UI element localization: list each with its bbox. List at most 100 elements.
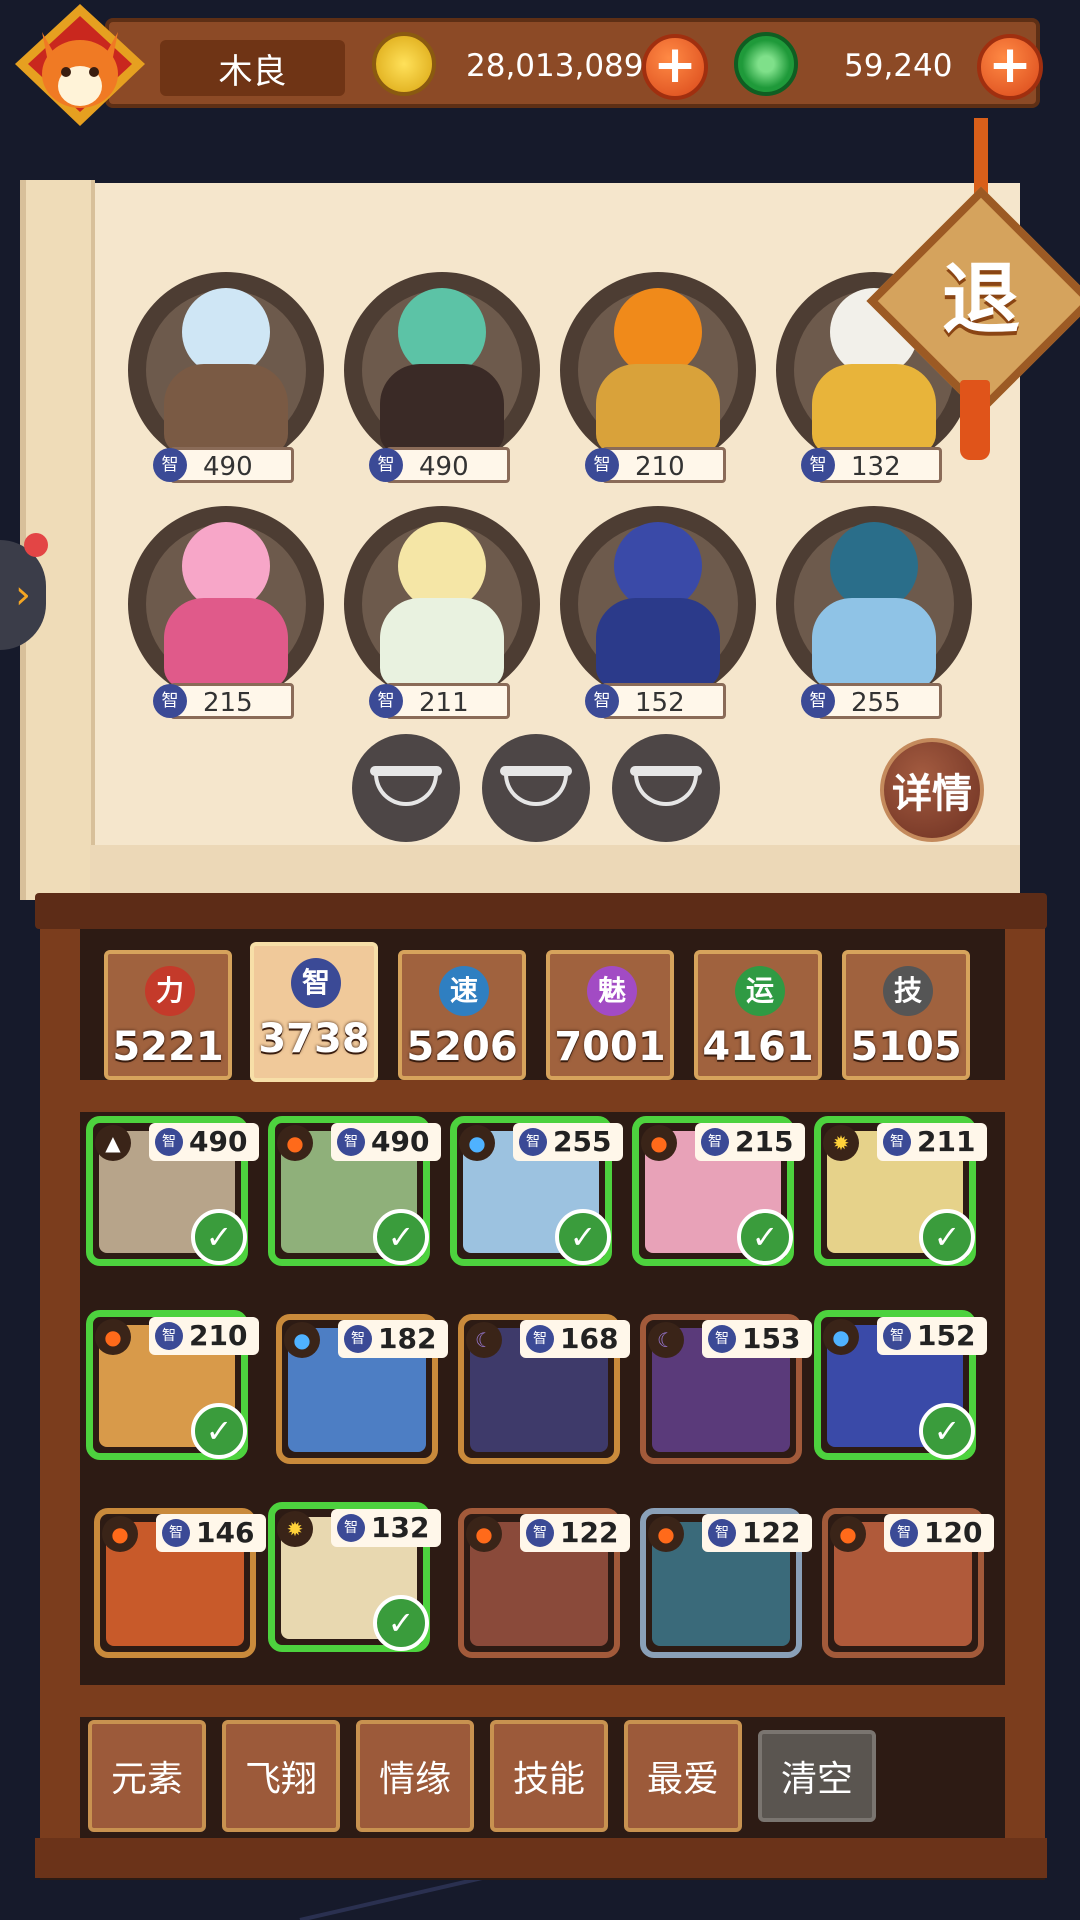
filter-element-button[interactable]: 元素 xyxy=(88,1720,206,1832)
intellect-icon: 智 xyxy=(883,1322,911,1350)
hero-card[interactable]: ☾ 智 168 xyxy=(458,1314,630,1464)
hero-stat-tag: 智 153 xyxy=(702,1320,812,1358)
details-button[interactable]: 详情 xyxy=(880,738,984,842)
intellect-icon: 智 xyxy=(526,1325,554,1353)
hero-card[interactable]: ● 智 120 xyxy=(822,1508,994,1658)
empty-slot-bowl-icon[interactable] xyxy=(612,734,720,842)
stat-tab-luck[interactable]: 运 4161 xyxy=(694,950,822,1080)
intellect-icon: 智 xyxy=(162,1519,190,1547)
hero-stat-tag: 智 490 xyxy=(331,1123,441,1161)
intellect-icon: 智 xyxy=(291,958,341,1008)
clear-button[interactable]: 清空 xyxy=(758,1730,876,1822)
intellect-icon: 智 xyxy=(369,448,403,482)
add-gold-button[interactable]: + xyxy=(642,34,708,100)
light-icon: ✹ xyxy=(277,1511,313,1547)
filter-bond-button[interactable]: 情缘 xyxy=(356,1720,474,1832)
hero-stat-tag: 智 182 xyxy=(338,1320,448,1358)
hero-card[interactable]: ● 智 182 xyxy=(276,1314,448,1464)
selected-check-icon: ✓ xyxy=(919,1209,975,1265)
hero-card[interactable]: ● 智 146 xyxy=(94,1508,266,1658)
gold-coin-icon xyxy=(372,32,436,96)
panel-frame-bottom xyxy=(35,1838,1047,1878)
stat-tab-speed[interactable]: 速 5206 xyxy=(398,950,526,1080)
hero-stat-tag: 智 490 xyxy=(149,1123,259,1161)
selected-check-icon: ✓ xyxy=(191,1403,247,1459)
intellect-icon: 智 xyxy=(701,1128,729,1156)
hero-stat-tag: 智 122 xyxy=(520,1514,630,1552)
hero-card[interactable]: ● 智 255 ✓ xyxy=(450,1116,623,1266)
fire-icon: ● xyxy=(641,1125,677,1161)
intellect-icon: 智 xyxy=(155,1128,183,1156)
team-portrait[interactable] xyxy=(560,506,756,702)
fire-icon: ● xyxy=(648,1516,684,1552)
hero-stat-tag: 智 210 xyxy=(149,1317,259,1355)
portrait-stat-tag: 智 490 xyxy=(369,447,510,483)
panel-frame-top xyxy=(35,893,1047,929)
hero-stat-tag: 智 255 xyxy=(513,1123,623,1161)
team-portrait[interactable] xyxy=(344,272,540,468)
team-portrait[interactable] xyxy=(128,272,324,468)
hero-card[interactable]: ✹ 智 132 ✓ xyxy=(268,1502,441,1652)
jade-coin-icon xyxy=(734,32,798,96)
hero-card[interactable]: ● 智 210 ✓ xyxy=(86,1310,259,1460)
exit-tassel xyxy=(960,380,990,460)
stat-tab-intellect[interactable]: 智 3738 xyxy=(250,942,378,1082)
filter-fly-button[interactable]: 飞翔 xyxy=(222,1720,340,1832)
panel-shelf xyxy=(40,1080,1045,1112)
skill-icon: 技 xyxy=(883,966,933,1016)
empty-slot-bowl-icon[interactable] xyxy=(482,734,590,842)
intellect-icon: 智 xyxy=(801,684,835,718)
portrait-stat-tag: 智 490 xyxy=(153,447,294,483)
hero-card[interactable]: ● 智 215 ✓ xyxy=(632,1116,805,1266)
stat-tab-skill[interactable]: 技 5105 xyxy=(842,950,970,1080)
intellect-icon: 智 xyxy=(369,684,403,718)
strength-icon: 力 xyxy=(145,966,195,1016)
scroll-border xyxy=(90,845,1020,895)
filter-favorite-button[interactable]: 最爱 xyxy=(624,1720,742,1832)
water-icon: ● xyxy=(284,1322,320,1358)
team-portrait[interactable] xyxy=(344,506,540,702)
portrait-stat-tag: 智 215 xyxy=(153,683,294,719)
exit-label[interactable]: 退 xyxy=(900,250,1062,350)
fire-icon: ● xyxy=(830,1516,866,1552)
charm-icon: 魅 xyxy=(587,966,637,1016)
hero-card[interactable]: ● 智 490 ✓ xyxy=(268,1116,441,1266)
intellect-icon: 智 xyxy=(585,684,619,718)
speed-icon: 速 xyxy=(439,966,489,1016)
selected-check-icon: ✓ xyxy=(919,1403,975,1459)
panel-shelf xyxy=(40,1685,1045,1717)
portrait-stat-tag: 智 132 xyxy=(801,447,942,483)
hero-stat-tag: 智 132 xyxy=(331,1509,441,1547)
hero-stat-tag: 智 152 xyxy=(877,1317,987,1355)
hero-stat-tag: 智 211 xyxy=(877,1123,987,1161)
hero-stat-tag: 智 168 xyxy=(520,1320,630,1358)
stat-tab-charm[interactable]: 魅 7001 xyxy=(546,950,674,1080)
team-portrait[interactable] xyxy=(776,506,972,702)
intellect-icon: 智 xyxy=(153,448,187,482)
player-name: 木良 xyxy=(160,40,345,96)
add-jade-button[interactable]: + xyxy=(977,34,1043,100)
hero-stat-tag: 智 122 xyxy=(702,1514,812,1552)
player-avatar[interactable] xyxy=(10,2,150,132)
hero-card[interactable]: ● 智 122 xyxy=(640,1508,812,1658)
dark-icon: ☾ xyxy=(466,1322,502,1358)
selected-check-icon: ✓ xyxy=(555,1209,611,1265)
hero-card[interactable]: ▲ 智 490 ✓ xyxy=(86,1116,259,1266)
filter-skill-button[interactable]: 技能 xyxy=(490,1720,608,1832)
fire-icon: ● xyxy=(95,1319,131,1355)
intellect-icon: 智 xyxy=(708,1325,736,1353)
intellect-icon: 智 xyxy=(526,1519,554,1547)
stat-tab-strength[interactable]: 力 5221 xyxy=(104,950,232,1080)
hero-card[interactable]: ● 智 122 xyxy=(458,1508,630,1658)
team-portrait[interactable] xyxy=(128,506,324,702)
hero-card[interactable]: ☾ 智 153 xyxy=(640,1314,812,1464)
water-icon: ● xyxy=(823,1319,859,1355)
hero-card[interactable]: ✹ 智 211 ✓ xyxy=(814,1116,987,1266)
team-portrait[interactable] xyxy=(560,272,756,468)
water-icon: ● xyxy=(459,1125,495,1161)
intellect-icon: 智 xyxy=(337,1514,365,1542)
intellect-icon: 智 xyxy=(337,1128,365,1156)
hero-card[interactable]: ● 智 152 ✓ xyxy=(814,1310,987,1460)
luck-icon: 运 xyxy=(735,966,785,1016)
empty-slot-bowl-icon[interactable] xyxy=(352,734,460,842)
